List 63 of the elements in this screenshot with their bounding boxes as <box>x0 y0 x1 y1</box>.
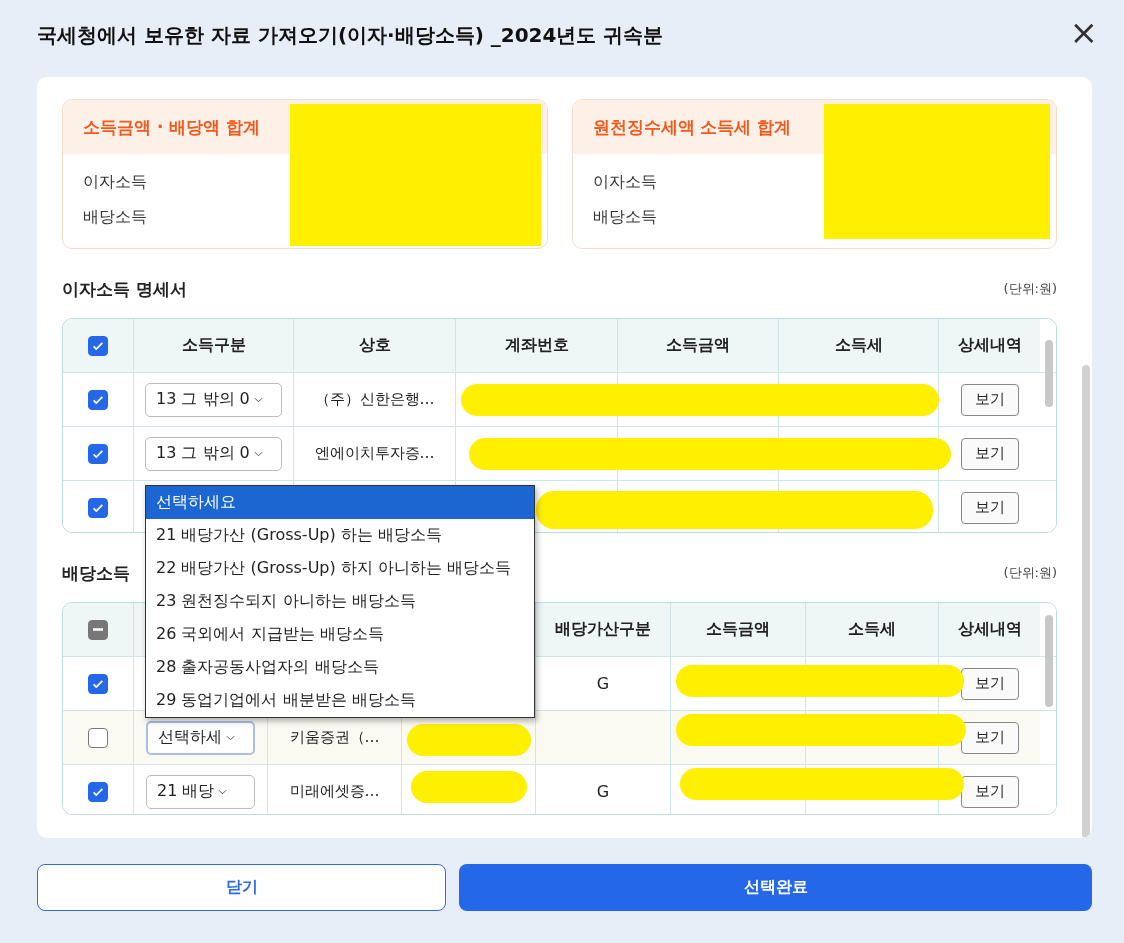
column-header: 소득금액 <box>706 619 770 640</box>
checkbox[interactable] <box>88 781 108 802</box>
dropdown-option[interactable]: 21 배당가산 (Gross-Up) 하는 배당소득 <box>146 519 534 552</box>
caret-icon <box>253 396 263 403</box>
section-title: 배당소득 <box>62 561 130 585</box>
gross-up-cell: G <box>596 674 610 693</box>
column-header: 소득금액 <box>666 335 730 356</box>
close-button[interactable]: × <box>1069 14 1098 49</box>
column-header: 상호 <box>358 335 391 356</box>
summary-label: 배당소득 <box>83 207 148 228</box>
column-header: 소득구분 <box>181 335 246 356</box>
summary-label: 배당소득 <box>592 207 658 228</box>
checkbox[interactable] <box>88 619 108 640</box>
income-type-select[interactable]: 21 배당 <box>146 774 255 809</box>
view-button[interactable]: 보기 <box>960 437 1019 470</box>
close-dialog-button[interactable]: 닫기 <box>37 864 446 911</box>
income-type-select[interactable]: 13 그 밖의 0 <box>145 436 282 471</box>
view-button[interactable]: 보기 <box>960 721 1019 754</box>
company-cell: （주）신한은행… <box>314 390 435 409</box>
checkbox[interactable] <box>88 673 108 694</box>
column-header: 계좌번호 <box>504 335 569 356</box>
checkbox[interactable] <box>88 443 108 464</box>
confirm-button[interactable]: 선택완료 <box>459 864 1092 911</box>
dropdown-option[interactable]: 26 국외에서 지급받는 배당소득 <box>146 618 534 651</box>
checkbox[interactable] <box>88 497 108 518</box>
summary-label: 이자소득 <box>592 172 658 193</box>
unit-label: (단위:원) <box>1003 280 1057 298</box>
scrollbar-thumb[interactable] <box>1082 365 1090 838</box>
company-cell: 키움증권（… <box>289 728 380 747</box>
dropdown-option[interactable]: 선택하세요 <box>146 486 534 519</box>
caret-icon <box>226 734 235 741</box>
summary-title: 소득금액 · 배당액 합계 <box>83 115 261 139</box>
column-header: 배당가산구분 <box>555 619 651 640</box>
view-button[interactable]: 보기 <box>960 491 1019 524</box>
unit-label: (단위:원) <box>1003 564 1057 582</box>
column-header: 소득세 <box>834 335 883 356</box>
scrollbar-thumb[interactable] <box>1045 615 1053 707</box>
summary-label: 이자소득 <box>83 172 148 193</box>
scrollbar-thumb[interactable] <box>1045 340 1053 407</box>
caret-icon <box>218 788 228 795</box>
caret-icon <box>253 450 263 457</box>
company-cell: 엔에이치투자증… <box>314 444 435 463</box>
dropdown-option[interactable]: 28 출자공동사업자의 배당소득 <box>146 651 534 684</box>
column-header: 상세내역 <box>957 619 1022 640</box>
column-header: 소득세 <box>848 619 896 640</box>
checkbox[interactable] <box>88 727 108 748</box>
minus-icon <box>93 628 103 631</box>
column-header: 상세내역 <box>957 335 1022 356</box>
checkbox[interactable] <box>88 335 108 356</box>
dropdown-option[interactable]: 22 배당가산 (Gross-Up) 하지 아니하는 배당소득 <box>146 552 534 585</box>
checkbox[interactable] <box>88 389 108 410</box>
view-button[interactable]: 보기 <box>960 383 1019 416</box>
view-button[interactable]: 보기 <box>960 775 1019 808</box>
section-title: 이자소득 명세서 <box>62 277 187 301</box>
dropdown-option[interactable]: 29 동업기업에서 배분받은 배당소득 <box>146 684 534 717</box>
company-cell: 미래에셋증… <box>289 782 380 801</box>
income-type-select[interactable]: 13 그 밖의 0 <box>145 382 282 417</box>
view-button[interactable]: 보기 <box>960 667 1019 700</box>
dialog-title: 국세청에서 보유한 자료 가져오기(이자·배당소득) _2024년도 귀속분 <box>37 22 664 49</box>
gross-up-cell: G <box>596 782 610 801</box>
income-type-select[interactable]: 선택하세 <box>146 720 255 755</box>
dropdown-option[interactable]: 23 원천징수되지 아니하는 배당소득 <box>146 585 534 618</box>
summary-title: 원천징수세액 소득세 합계 <box>592 115 792 139</box>
